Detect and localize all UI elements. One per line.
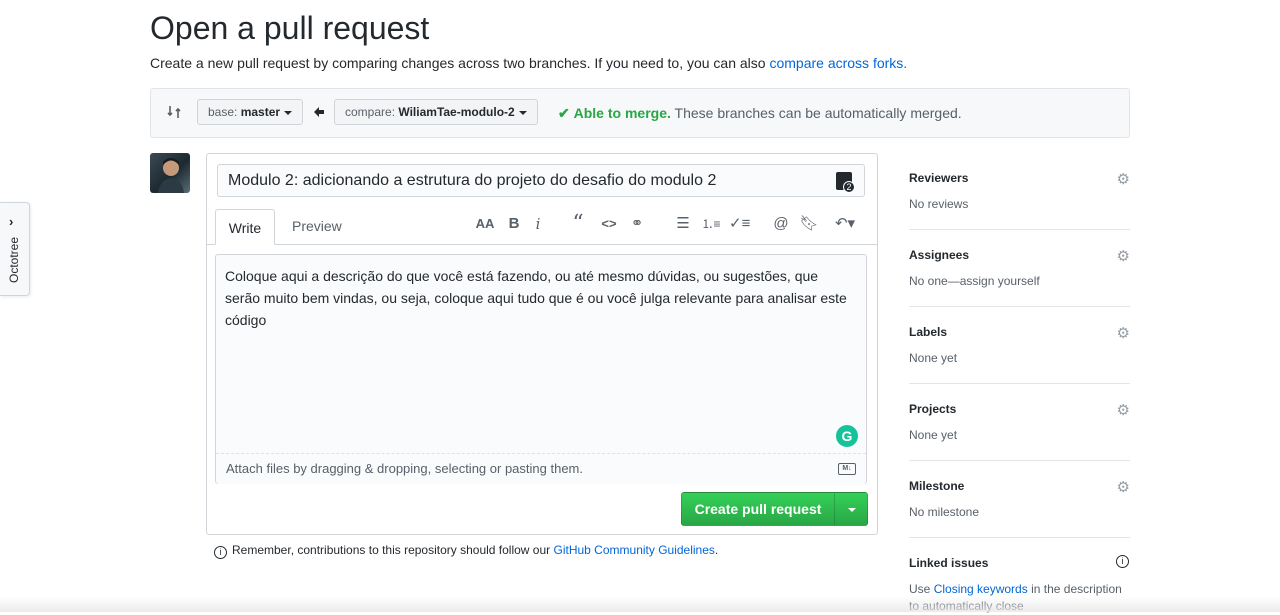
heading-icon[interactable]: AA xyxy=(475,214,495,234)
task-list-icon[interactable]: ✓≡ xyxy=(729,214,750,234)
reply-icon[interactable]: ↶▾ xyxy=(831,214,859,234)
closing-keywords-link[interactable]: Closing keywords xyxy=(934,582,1028,596)
merge-message: These branches can be automatically merg… xyxy=(674,105,962,121)
labels-value: None yet xyxy=(909,351,958,365)
base-branch-select[interactable]: base: master xyxy=(197,99,304,125)
gear-icon[interactable]: ⚙ xyxy=(1117,478,1130,496)
merge-status: ✔ Able to merge. These branches can be a… xyxy=(558,105,962,122)
labels-label: Labels xyxy=(909,325,948,339)
pr-title-value: Modulo 2: adicionando a estrutura do pro… xyxy=(228,172,717,189)
italic-icon[interactable]: i xyxy=(528,214,548,234)
merge-ok-label: Able to merge. xyxy=(573,105,671,121)
projects-value: None yet xyxy=(909,428,958,442)
caret-down-icon xyxy=(848,508,856,512)
base-key: base: xyxy=(208,105,238,119)
range-editor: base: master compare: WiliamTae-modulo-2… xyxy=(150,88,1130,138)
extension-icon[interactable]: 2 xyxy=(836,172,855,193)
reviewers-label: Reviewers xyxy=(909,171,969,185)
numbered-list-icon[interactable]: ⒈≡ xyxy=(701,214,721,234)
projects-label: Projects xyxy=(909,402,957,416)
page-title: Open a pull request xyxy=(150,10,430,46)
avatar-image xyxy=(158,158,184,193)
gear-icon[interactable]: ⚙ xyxy=(1117,401,1130,419)
guidelines-end: . xyxy=(714,543,719,557)
assignees-label: Assignees xyxy=(909,248,970,262)
reviewers-value: No reviews xyxy=(909,197,969,211)
gear-icon[interactable]: ⚙ xyxy=(1117,247,1130,265)
check-icon: ✔ xyxy=(558,105,570,121)
assignees-value[interactable]: No one—assign yourself xyxy=(909,274,1040,288)
bold-icon[interactable]: B xyxy=(504,214,524,234)
pr-form: Modulo 2: adicionando a estrutura do pro… xyxy=(206,153,878,535)
grammarly-icon[interactable]: G xyxy=(836,425,858,447)
pr-body-textarea[interactable]: Coloque aqui a descrição do que você est… xyxy=(215,254,867,484)
milestone-section: Milestone ⚙ No milestone xyxy=(909,479,1130,538)
git-compare-icon xyxy=(167,106,181,118)
milestone-value: No milestone xyxy=(909,505,980,519)
create-pull-request-button[interactable]: Create pull request xyxy=(681,492,835,526)
linked-issues-label: Linked issues xyxy=(909,556,989,570)
info-icon: i xyxy=(214,546,227,559)
arrow-left-icon xyxy=(314,107,324,117)
caret-down-icon xyxy=(518,110,527,115)
gear-icon[interactable]: ⚙ xyxy=(1117,170,1130,188)
pr-body-value: Coloque aqui a descrição do que você est… xyxy=(225,268,847,328)
tab-write[interactable]: Write xyxy=(215,209,275,245)
avatar[interactable] xyxy=(150,153,190,193)
pr-title-input[interactable]: Modulo 2: adicionando a estrutura do pro… xyxy=(217,164,865,197)
milestone-label: Milestone xyxy=(909,479,965,493)
create-options-dropdown[interactable] xyxy=(834,492,868,526)
attach-files-bar[interactable]: Attach files by dragging & dropping, sel… xyxy=(216,453,866,484)
attach-hint: Attach files by dragging & dropping, sel… xyxy=(226,461,583,476)
compare-value: WiliamTae-modulo-2 xyxy=(398,105,515,119)
guidelines-text: Remember, contributions to this reposito… xyxy=(232,543,551,557)
bookmark-icon[interactable]: 🔖︎ xyxy=(799,214,819,234)
tab-preview[interactable]: Preview xyxy=(292,218,342,234)
gear-icon[interactable]: ⚙ xyxy=(1117,324,1130,342)
octotree-label: Octotree xyxy=(7,236,21,284)
assignees-section: Assignees ⚙ No one—assign yourself xyxy=(909,248,1130,307)
quote-icon[interactable]: “ xyxy=(568,213,588,235)
subtitle-text: Create a new pull request by comparing c… xyxy=(150,55,766,71)
octotree-tab[interactable]: › Octotree xyxy=(0,202,30,296)
code-icon[interactable]: <> xyxy=(599,214,619,234)
mention-icon[interactable]: @ xyxy=(771,214,791,234)
linked-pre: Use xyxy=(909,582,931,596)
compare-key: compare: xyxy=(345,105,396,119)
labels-section: Labels ⚙ None yet xyxy=(909,325,1130,384)
guidelines-note: i Remember, contributions to this reposit… xyxy=(214,543,718,559)
markdown-icon[interactable]: M↓ xyxy=(838,463,856,475)
compare-branch-select[interactable]: compare: WiliamTae-modulo-2 xyxy=(334,99,538,125)
reviewers-section: Reviewers ⚙ No reviews xyxy=(909,171,1130,230)
compare-forks-link[interactable]: compare across forks. xyxy=(769,55,907,71)
base-value: master xyxy=(240,105,281,119)
community-guidelines-link[interactable]: GitHub Community Guidelines xyxy=(554,543,715,557)
projects-section: Projects ⚙ None yet xyxy=(909,402,1130,461)
caret-down-icon xyxy=(284,110,293,115)
page-subtitle: Create a new pull request by comparing c… xyxy=(150,55,907,71)
tabs-divider xyxy=(207,244,877,245)
info-icon[interactable]: i xyxy=(1116,555,1129,568)
bottom-shadow xyxy=(0,596,1280,612)
link-icon[interactable]: ⚭ xyxy=(627,214,647,234)
bullet-list-icon[interactable]: ☰ xyxy=(673,214,693,234)
